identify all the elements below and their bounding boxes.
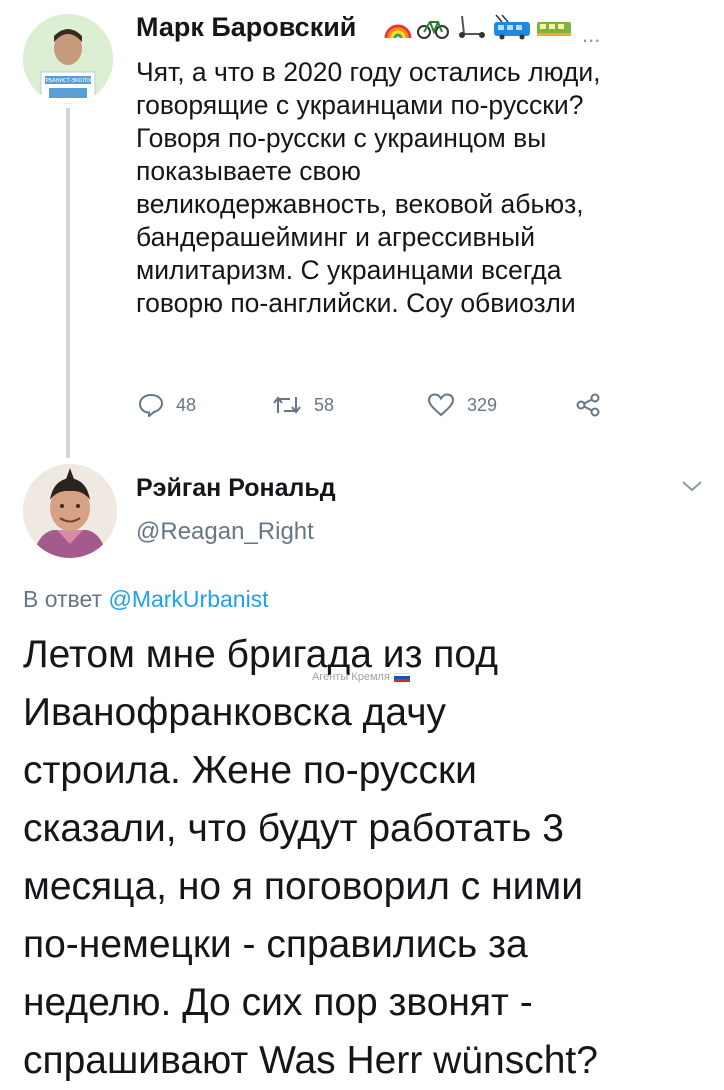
tweet-text: Летом мне бригада из под Иванофранковска… [23,633,598,1082]
avatar-portrait-image [23,464,117,558]
retweet-count: 58 [314,394,335,415]
like-count: 329 [467,394,498,415]
thread-line [66,108,70,458]
reply-mention-link[interactable]: @MarkUrbanist [108,586,268,612]
retweet-button[interactable]: 58 [272,393,427,417]
reply-prefix: В ответ [23,586,109,612]
reply-button[interactable]: 48 [138,393,272,417]
tram-emoji-icon [537,22,571,36]
tweet-text: Чят, а что в 2020 году остались люди, го… [136,57,601,318]
avatar[interactable]: УРБАНИСТ-ЭКОЛОГ [23,14,113,104]
share-icon [576,393,600,417]
scooter-emoji-icon [459,15,485,38]
avatar[interactable] [23,464,117,558]
reply-context: В ответ @MarkUrbanist [23,586,269,613]
trolleybus-emoji-icon [494,14,530,40]
share-button[interactable] [575,393,613,417]
more-indicator: ... [582,22,601,47]
like-button[interactable]: 329 [427,393,575,417]
rainbow-emoji-icon [384,24,412,39]
russian-flag-icon [393,672,410,682]
retweet-icon [273,396,301,414]
reply-count: 48 [176,394,197,415]
avatar-portrait-image: УРБАНИСТ-ЭКОЛОГ [23,14,113,104]
tweet-menu-button[interactable] [680,478,704,499]
author-handle[interactable]: @Reagan_Right [136,518,314,546]
author-name[interactable]: Рэйган Рональд [136,474,336,503]
reply-icon [138,393,164,417]
chevron-down-icon [682,481,702,492]
heart-icon [427,393,455,417]
watermark-text: Агенты Кремля [312,671,390,683]
watermark: Агенты Кремля [312,671,410,683]
author-name[interactable]: Марк Баровский [136,12,356,43]
name-emojis [384,14,572,40]
bicycle-emoji-icon [417,21,449,39]
avatar-caption: УРБАНИСТ-ЭКОЛОГ [43,78,93,84]
tweet-actions: 48 58 329 [138,393,613,417]
